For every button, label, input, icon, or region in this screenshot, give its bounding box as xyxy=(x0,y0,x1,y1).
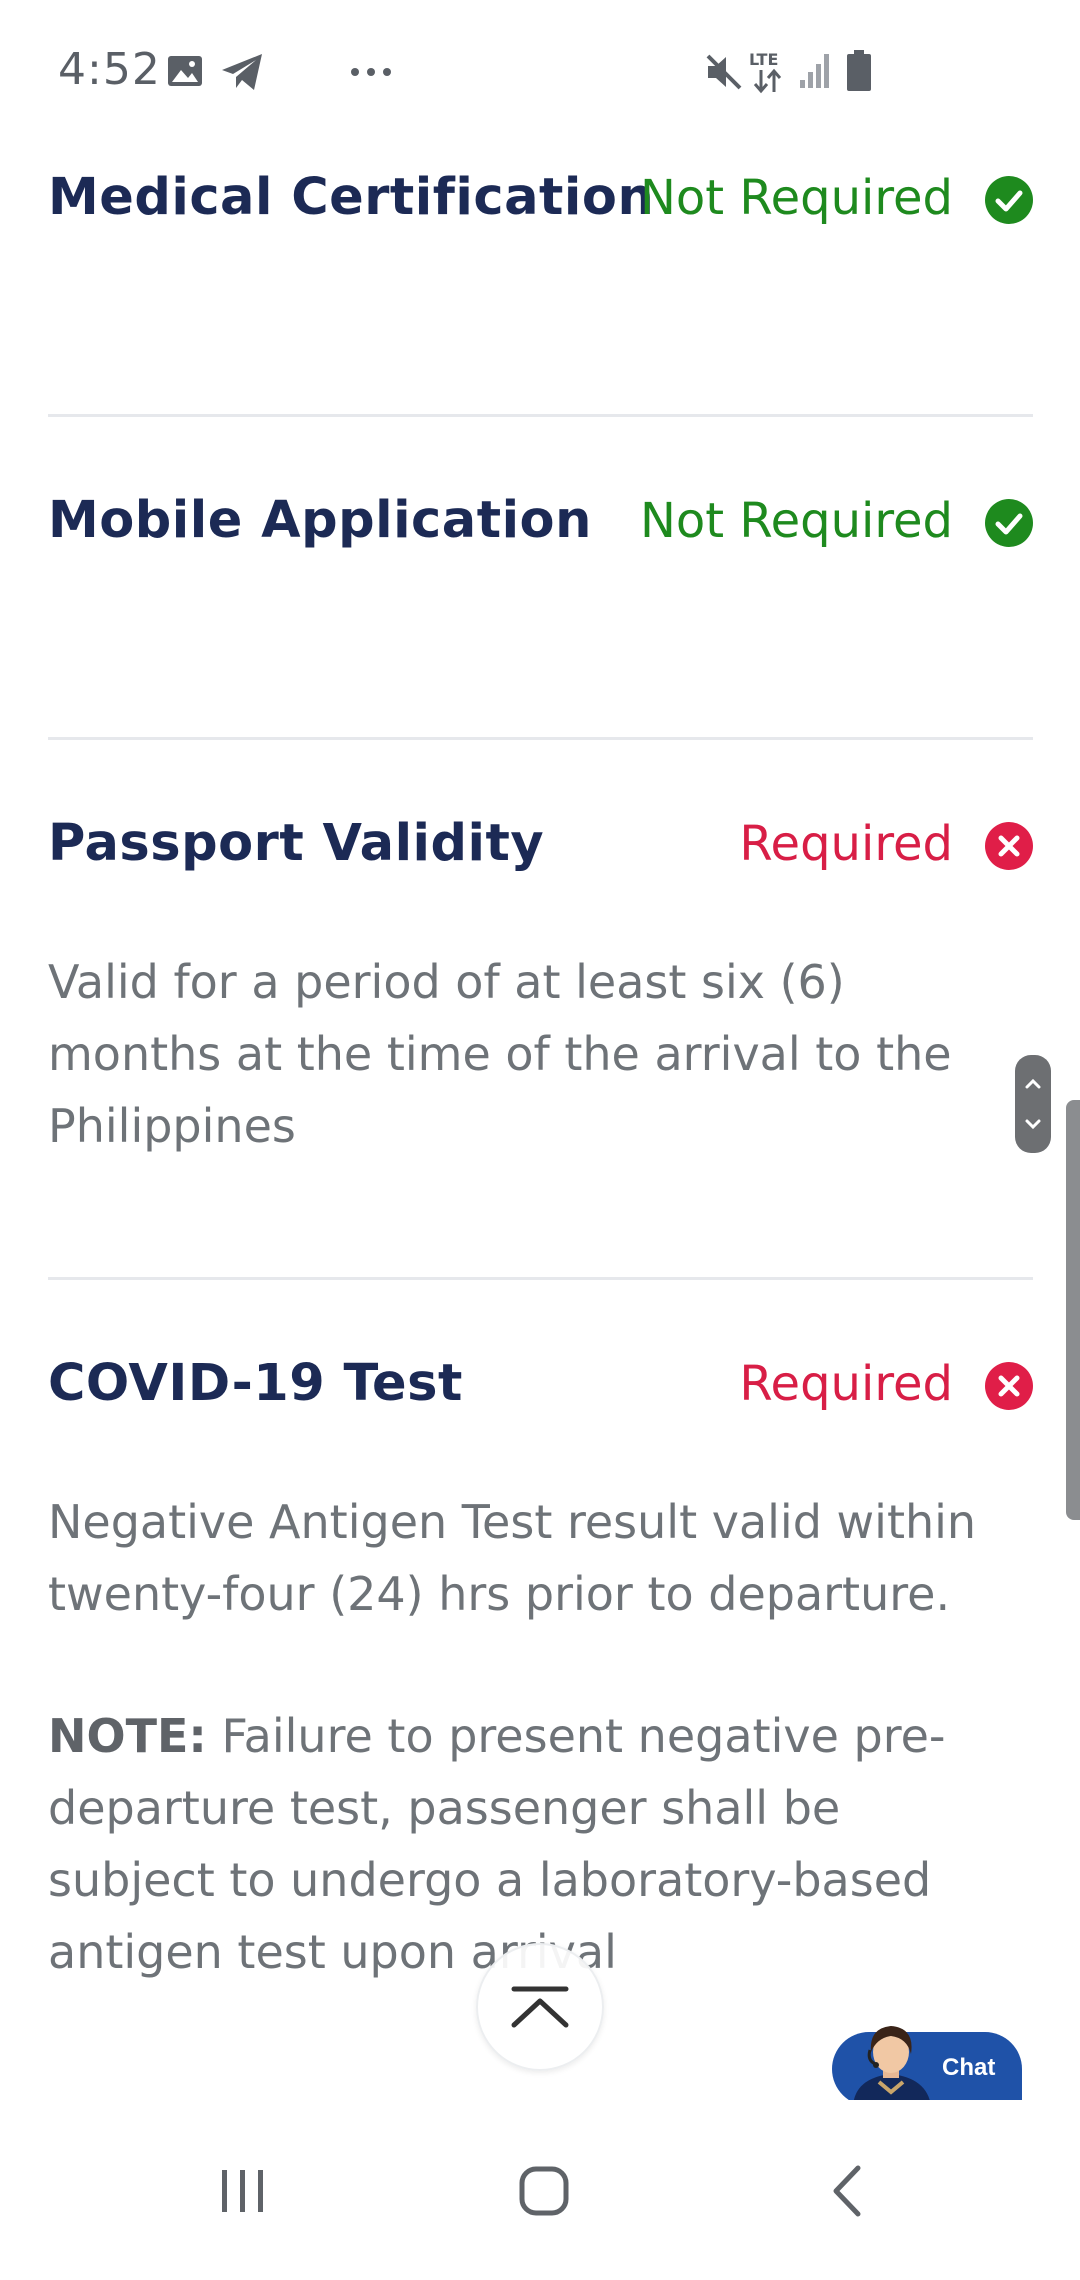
divider xyxy=(48,1277,1033,1280)
chat-agent-avatar-icon[interactable] xyxy=(845,2016,941,2106)
requirement-status: Required xyxy=(739,1356,953,1412)
requirement-title: Passport Validity xyxy=(48,814,545,873)
signal-icon xyxy=(798,52,834,94)
requirement-title: Mobile Application xyxy=(48,491,592,550)
divider xyxy=(48,414,1033,417)
telegram-icon xyxy=(220,52,264,96)
status-time: 4:52 xyxy=(58,44,161,95)
requirement-status: Not Required xyxy=(640,170,953,226)
image-icon xyxy=(166,52,204,94)
requirement-status: Not Required xyxy=(640,493,953,549)
requirement-description: Negative Antigen Test result valid withi… xyxy=(48,1495,977,1621)
status-bar: 4:52 LTE xyxy=(0,0,1080,140)
requirement-title: Medical Certification xyxy=(48,168,655,227)
battery-icon xyxy=(846,50,872,96)
check-circle-icon xyxy=(985,176,1033,224)
chat-label: Chat xyxy=(942,2054,996,2081)
note-label: NOTE: xyxy=(48,1709,207,1763)
recent-apps-icon[interactable] xyxy=(198,2146,288,2236)
requirements-list: Medical Certification Not Required Mobil… xyxy=(0,140,1080,2100)
mute-icon xyxy=(704,52,744,96)
home-icon[interactable] xyxy=(500,2146,590,2236)
requirement-passport-validity: Passport Validity Required Valid for a p… xyxy=(48,760,1033,1280)
requirement-medical-certification: Medical Certification Not Required xyxy=(48,140,1033,410)
requirement-status: Required xyxy=(739,816,953,872)
svg-text:LTE: LTE xyxy=(749,50,778,69)
lte-icon: LTE xyxy=(748,48,790,98)
app-screen: 4:52 LTE Medical Certification Not Requi… xyxy=(0,0,1080,2280)
requirement-description: Valid for a period of at least six (6) m… xyxy=(48,955,952,1153)
x-circle-icon xyxy=(985,822,1033,870)
navigation-bar xyxy=(0,2100,1080,2280)
requirement-mobile-application: Mobile Application Not Required xyxy=(48,440,1033,710)
requirement-title: COVID-19 Test xyxy=(48,1354,463,1413)
back-icon[interactable] xyxy=(802,2146,892,2236)
fast-scroll-handle[interactable] xyxy=(1015,1055,1051,1153)
more-icon xyxy=(350,62,392,81)
check-circle-icon xyxy=(985,499,1033,547)
scrollbar-track[interactable] xyxy=(1066,1100,1080,1520)
x-circle-icon xyxy=(985,1362,1033,1410)
divider xyxy=(48,737,1033,740)
scroll-to-top-button[interactable] xyxy=(476,1943,604,2071)
